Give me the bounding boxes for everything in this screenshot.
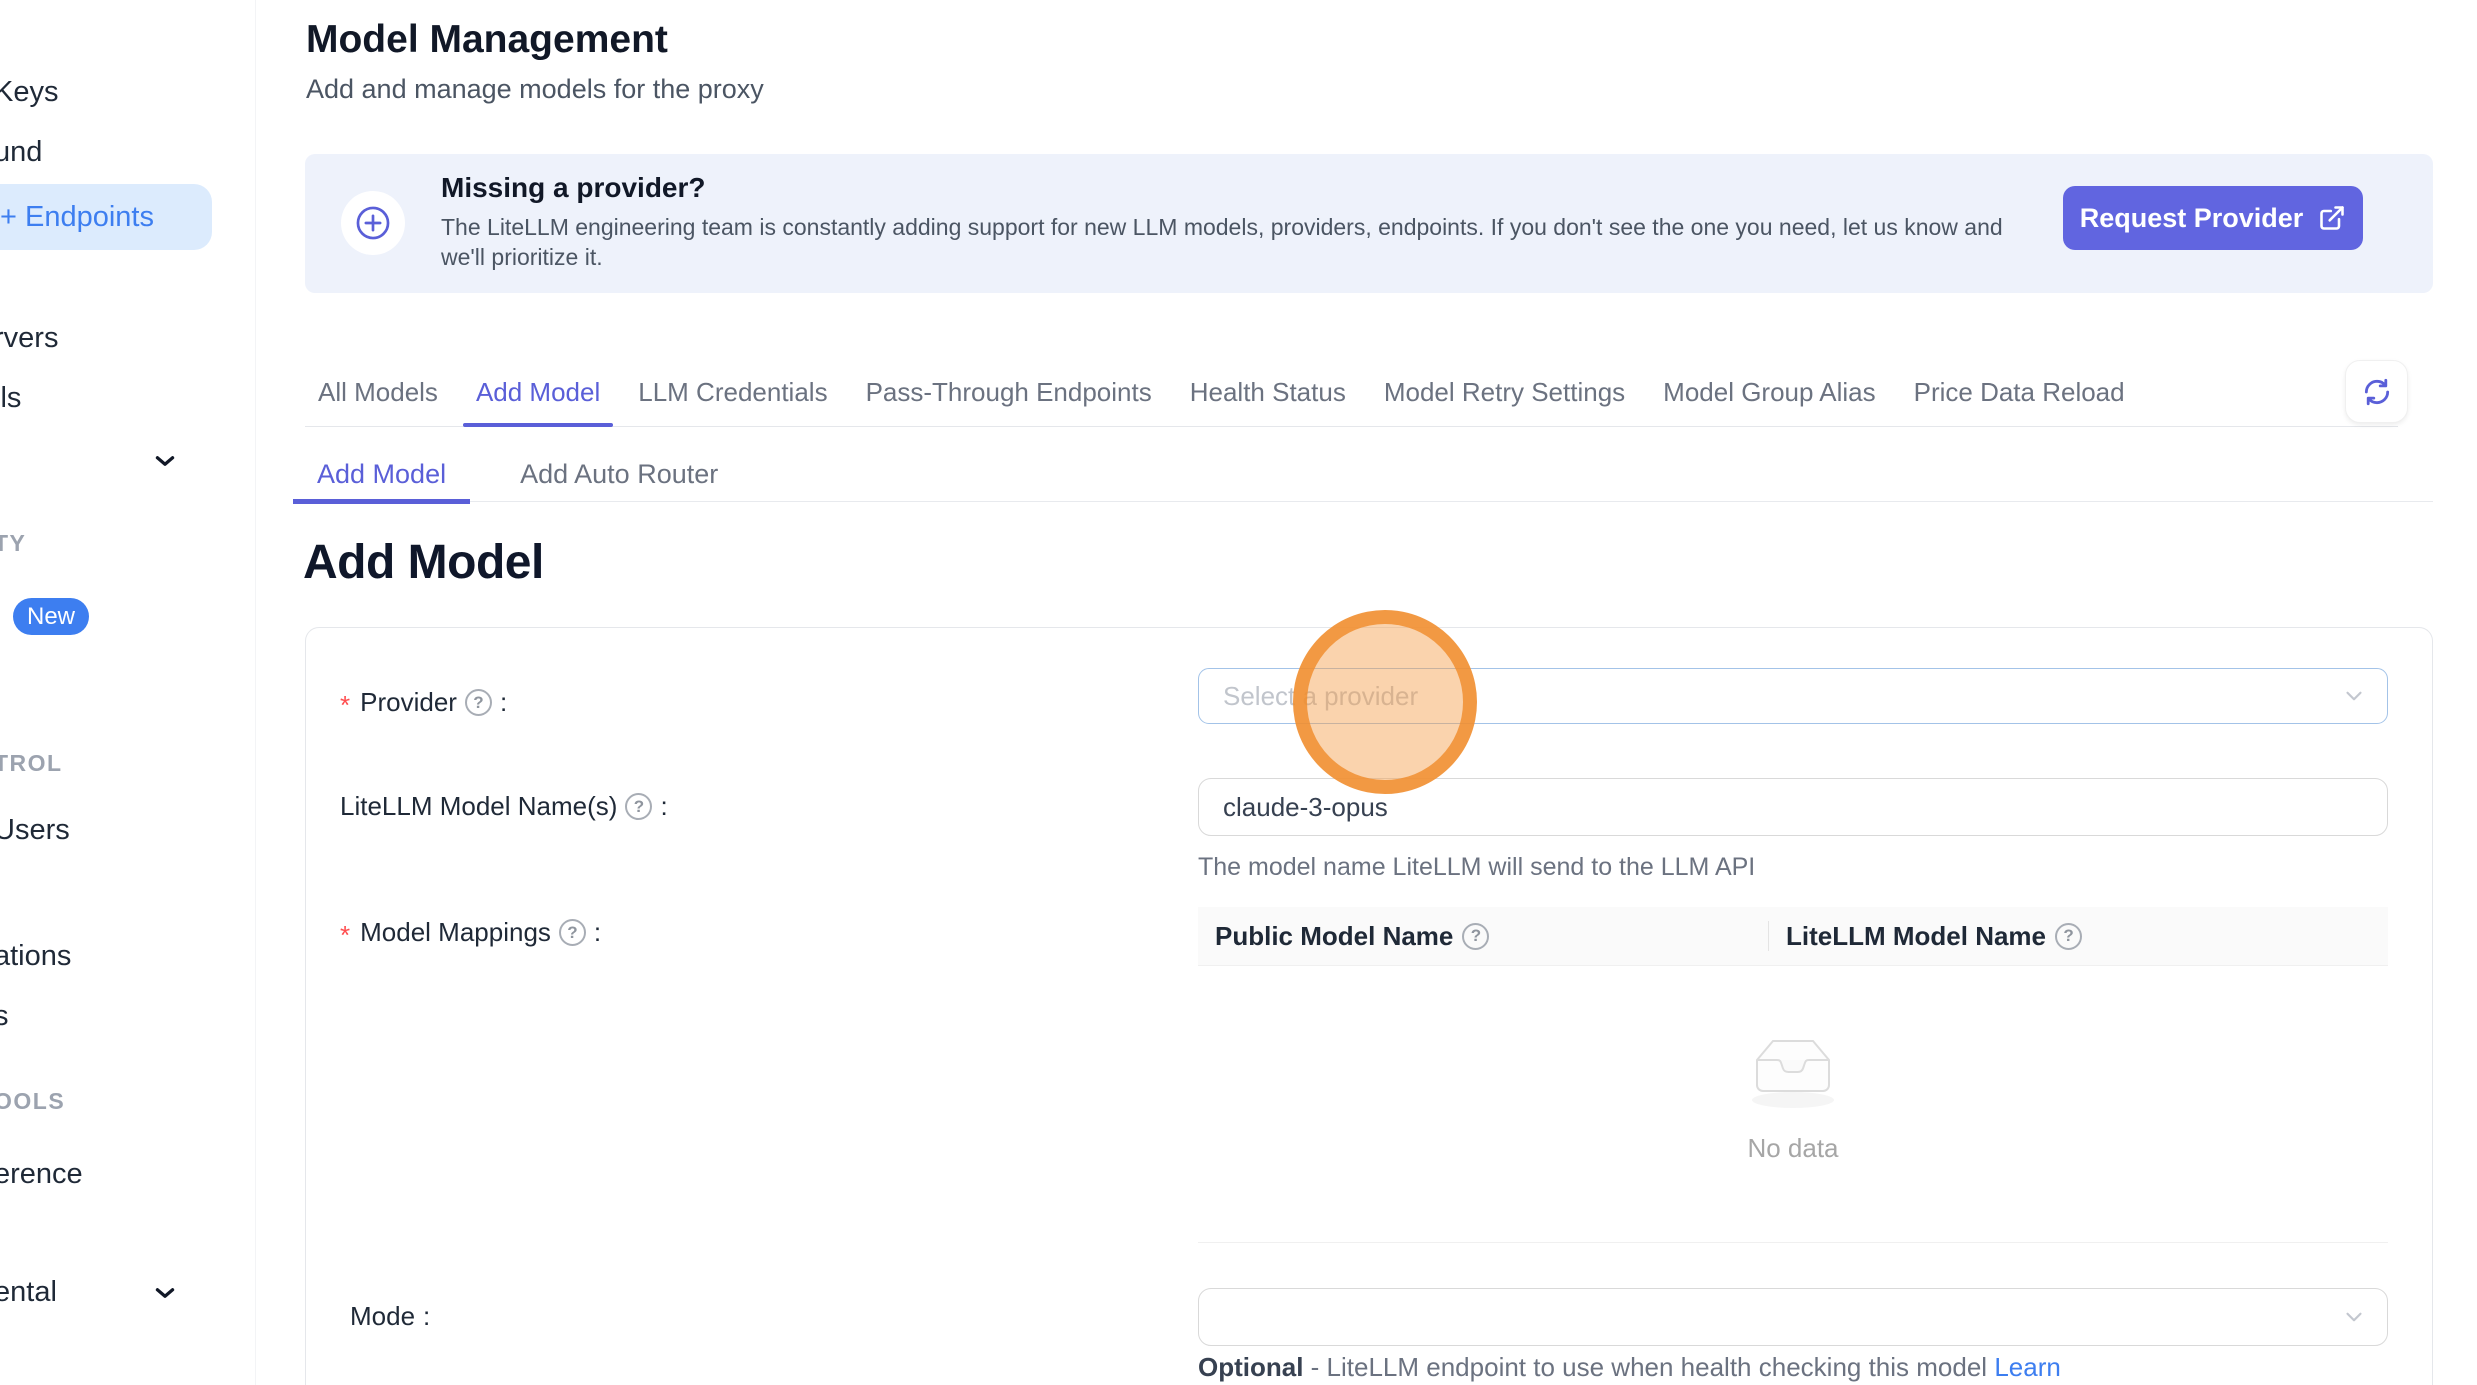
no-data-text: No data bbox=[1198, 1133, 2388, 1164]
label-colon: : bbox=[594, 917, 601, 948]
new-badge: New bbox=[13, 598, 89, 635]
sidebar-item-teams[interactable]: s bbox=[0, 1000, 9, 1033]
subtab-add-auto-router[interactable]: Add Auto Router bbox=[508, 448, 730, 501]
empty-state: No data bbox=[1198, 1030, 2388, 1164]
table-bottom-border bbox=[1198, 1242, 2388, 1243]
sidebar-item-users[interactable]: Users bbox=[0, 814, 70, 847]
banner-body-line2: we'll prioritize it. bbox=[441, 242, 2003, 272]
sidebar-item-logs[interactable]: ils bbox=[0, 382, 21, 415]
label-colon: : bbox=[500, 687, 507, 718]
tab-price-data-reload[interactable]: Price Data Reload bbox=[1901, 358, 2138, 426]
help-icon[interactable]: ? bbox=[1462, 923, 1489, 950]
model-name-label-text: LiteLLM Model Name(s) bbox=[340, 791, 617, 822]
add-model-form-card bbox=[305, 627, 2433, 1385]
mode-label: Mode : bbox=[350, 1301, 430, 1332]
model-mappings-label: * Model Mappings ? : bbox=[340, 917, 601, 948]
subtab-add-model[interactable]: Add Model bbox=[305, 448, 458, 501]
model-management-page: Keys und + Endpoints rvers ils TY New TR… bbox=[0, 0, 2477, 1385]
sidebar-item-label: + Endpoints bbox=[0, 201, 154, 234]
banner-body: The LiteLLM engineering team is constant… bbox=[441, 212, 2003, 272]
help-icon[interactable]: ? bbox=[465, 689, 492, 716]
label-colon: : bbox=[423, 1301, 430, 1332]
model-name-input[interactable]: claude-3-opus bbox=[1198, 778, 2388, 836]
tab-all-models[interactable]: All Models bbox=[305, 358, 451, 426]
page-title: Model Management bbox=[306, 18, 668, 62]
tab-model-retry-settings[interactable]: Model Retry Settings bbox=[1371, 358, 1638, 426]
help-icon[interactable]: ? bbox=[2055, 923, 2082, 950]
chevron-down-icon bbox=[2341, 1304, 2367, 1330]
provider-placeholder: Select a provider bbox=[1223, 681, 1418, 712]
banner-body-line1: The LiteLLM engineering team is constant… bbox=[441, 212, 2003, 242]
provider-label: * Provider ? : bbox=[340, 687, 507, 718]
provider-select[interactable]: Select a provider bbox=[1198, 668, 2388, 724]
sidebar-item-inference[interactable]: erence bbox=[0, 1158, 83, 1191]
column-header-public-model-name: Public Model Name ? bbox=[1198, 921, 1768, 952]
mode-helper: Optional - LiteLLM endpoint to use when … bbox=[1198, 1352, 2061, 1383]
provider-label-text: Provider bbox=[360, 687, 457, 718]
mode-label-text: Mode bbox=[350, 1301, 415, 1332]
tab-add-model[interactable]: Add Model bbox=[463, 358, 613, 426]
mode-helper-text: - LiteLLM endpoint to use when health ch… bbox=[1303, 1352, 1994, 1382]
add-model-heading: Add Model bbox=[303, 535, 544, 590]
sidebar-item-keys[interactable]: Keys bbox=[0, 76, 58, 109]
column-header-litellm-model-name: LiteLLM Model Name ? bbox=[1786, 921, 2082, 952]
external-link-icon bbox=[2318, 204, 2346, 232]
request-provider-button[interactable]: Request Provider bbox=[2063, 186, 2363, 250]
refresh-button[interactable] bbox=[2345, 360, 2408, 423]
sidebar: Keys und + Endpoints rvers ils TY New TR… bbox=[0, 0, 256, 1385]
tab-health-status[interactable]: Health Status bbox=[1177, 358, 1359, 426]
sidebar-item-experimental[interactable]: ental bbox=[0, 1276, 57, 1309]
chevron-down-icon bbox=[2341, 683, 2367, 709]
column-header-text: LiteLLM Model Name bbox=[1786, 921, 2046, 952]
sidebar-section-access-control: TROL bbox=[0, 750, 63, 777]
column-divider bbox=[1768, 921, 1769, 951]
refresh-icon bbox=[2361, 376, 2393, 408]
plus-circle-icon bbox=[341, 191, 405, 255]
learn-link[interactable]: Learn bbox=[1994, 1352, 2061, 1382]
required-asterisk: * bbox=[340, 920, 350, 951]
model-mappings-table-header: Public Model Name ? LiteLLM Model Name ? bbox=[1198, 907, 2388, 966]
tab-pass-through-endpoints[interactable]: Pass-Through Endpoints bbox=[853, 358, 1165, 426]
mode-helper-optional: Optional bbox=[1198, 1352, 1303, 1382]
chevron-down-icon[interactable] bbox=[152, 1280, 178, 1306]
missing-provider-banner: Missing a provider? The LiteLLM engineer… bbox=[305, 154, 2433, 293]
required-asterisk: * bbox=[340, 690, 350, 721]
column-header-text: Public Model Name bbox=[1215, 921, 1453, 952]
request-provider-label: Request Provider bbox=[2080, 203, 2304, 234]
label-colon: : bbox=[660, 791, 667, 822]
model-name-value: claude-3-opus bbox=[1223, 792, 1388, 823]
sidebar-section-tools: OOLS bbox=[0, 1088, 65, 1115]
sidebar-section-observability: TY bbox=[0, 530, 26, 557]
sidebar-item-organizations[interactable]: ations bbox=[0, 940, 71, 973]
model-name-helper: The model name LiteLLM will send to the … bbox=[1198, 853, 1755, 882]
model-tabs: All Models Add Model LLM Credentials Pas… bbox=[305, 358, 2398, 427]
mode-select[interactable] bbox=[1198, 1288, 2388, 1346]
empty-inbox-icon bbox=[1742, 1030, 1844, 1114]
page-subtitle: Add and manage models for the proxy bbox=[306, 74, 764, 105]
help-icon[interactable]: ? bbox=[559, 919, 586, 946]
model-name-label: LiteLLM Model Name(s) ? : bbox=[340, 791, 668, 822]
sidebar-item-servers[interactable]: rvers bbox=[0, 322, 58, 355]
help-icon[interactable]: ? bbox=[625, 793, 652, 820]
add-model-subtabs: Add Model Add Auto Router bbox=[305, 448, 2433, 502]
banner-title: Missing a provider? bbox=[441, 172, 706, 204]
tab-llm-credentials[interactable]: LLM Credentials bbox=[625, 358, 840, 426]
tab-model-group-alias[interactable]: Model Group Alias bbox=[1650, 358, 1888, 426]
sidebar-item-passthrough-endpoints-active[interactable]: + Endpoints bbox=[0, 184, 212, 250]
chevron-down-icon[interactable] bbox=[152, 448, 178, 474]
model-mappings-label-text: Model Mappings bbox=[360, 917, 551, 948]
sidebar-item-playground[interactable]: und bbox=[0, 136, 42, 169]
